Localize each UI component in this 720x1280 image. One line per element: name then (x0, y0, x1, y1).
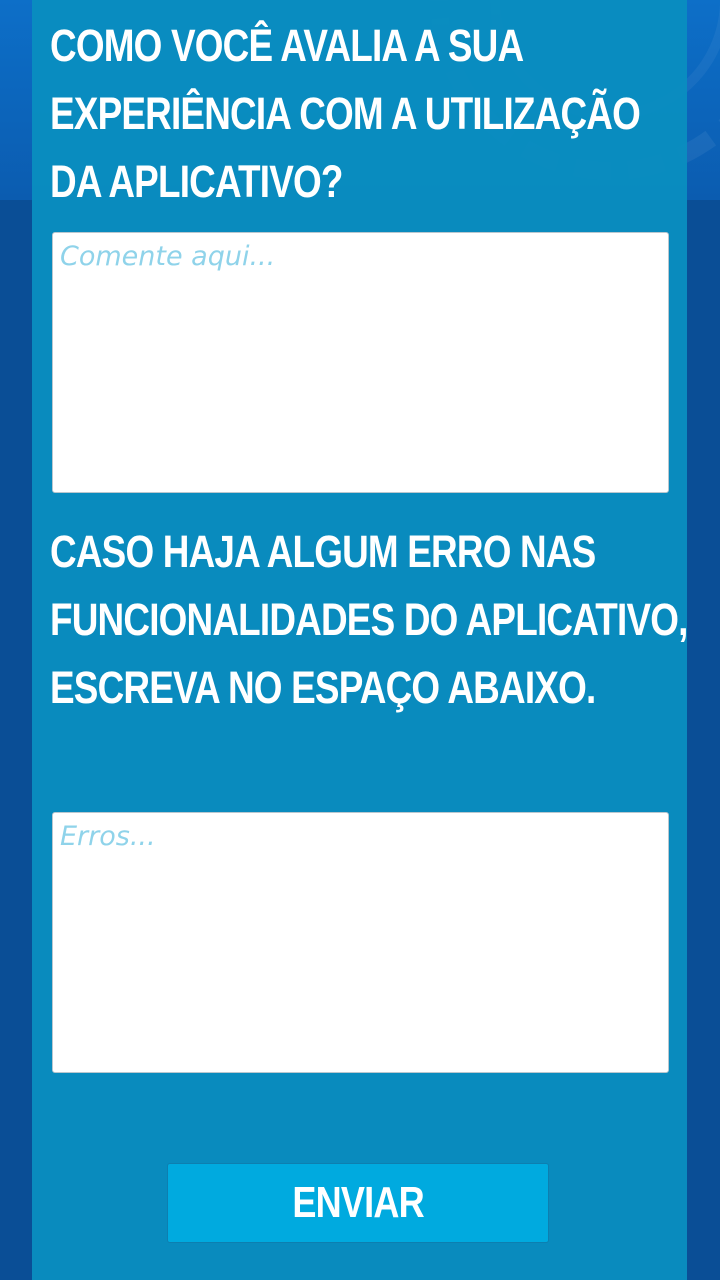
experience-question: COMO VOCÊ AVALIA A SUA EXPERIÊNCIA COM A… (50, 12, 641, 216)
errors-input[interactable] (52, 812, 669, 1073)
error-question: CASO HAJA ALGUM ERRO NAS FUNCIONALIDADES… (50, 518, 688, 722)
send-button[interactable]: ENVIAR (167, 1163, 549, 1243)
error-question-line-1: CASO HAJA ALGUM ERRO NAS (50, 526, 596, 577)
right-background-strip (688, 200, 720, 1280)
experience-question-line-2: EXPERIÊNCIA COM A UTILIZAÇÃO (50, 88, 641, 139)
experience-question-line-3: DA APLICATIVO? (50, 156, 343, 207)
error-question-line-3: ESCREVA NO ESPAÇO ABAIXO. (50, 662, 596, 713)
left-background-strip (0, 200, 32, 1280)
comment-input[interactable] (52, 232, 669, 493)
error-question-line-2: FUNCIONALIDADES DO APLICATIVO, (50, 594, 688, 645)
experience-question-line-1: COMO VOCÊ AVALIA A SUA (50, 20, 524, 71)
send-button-label: ENVIAR (292, 1178, 424, 1227)
